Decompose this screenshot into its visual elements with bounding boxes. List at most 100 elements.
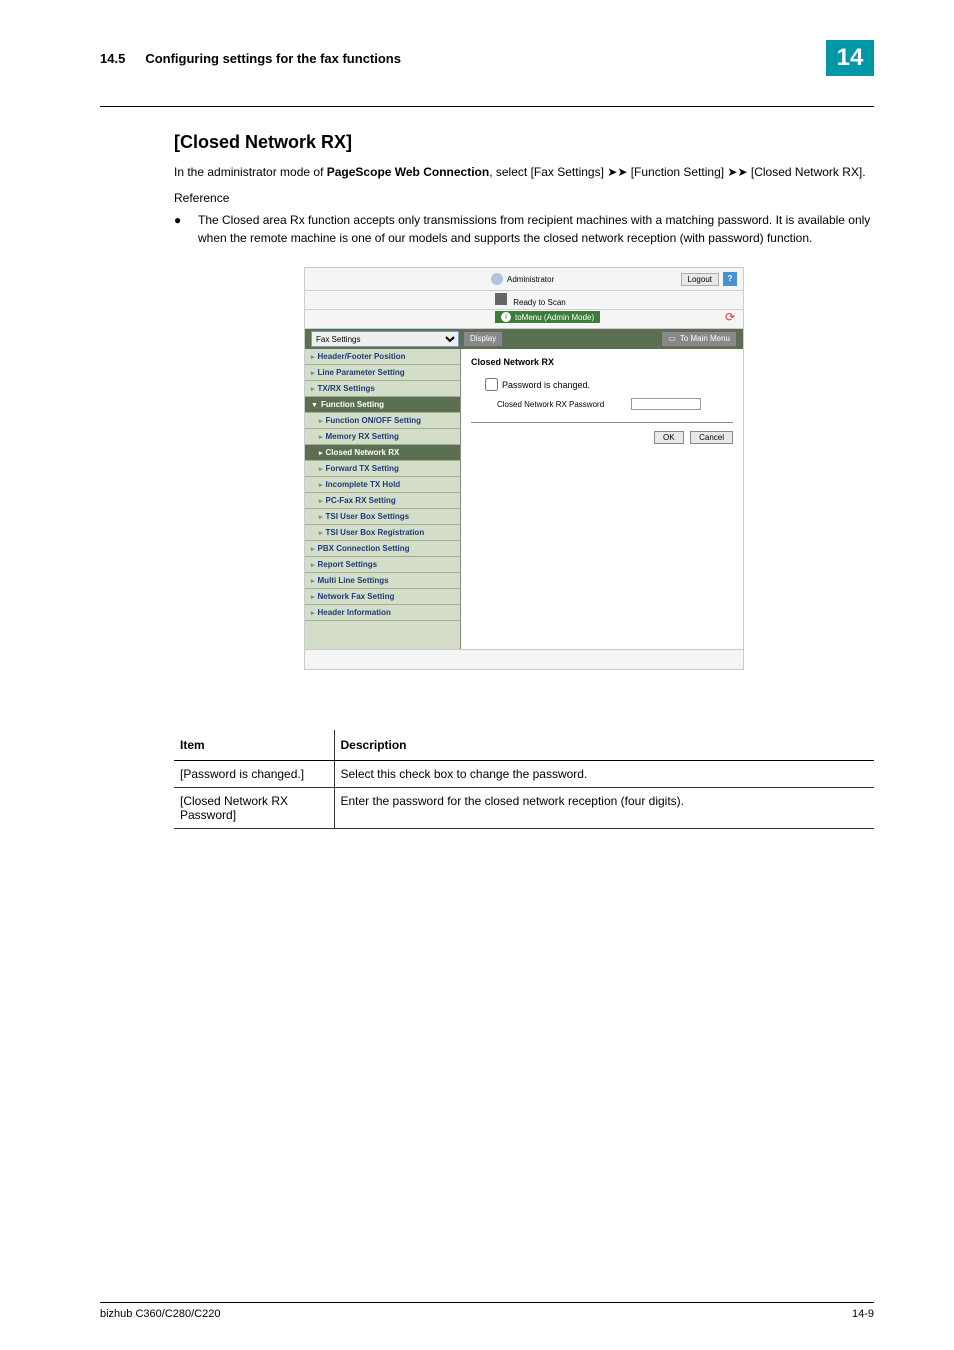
mode-label: toMenu (Admin Mode) [515,313,594,322]
description-table: Item Description [Password is changed.]S… [174,730,874,829]
page-title: [Closed Network RX] [174,132,874,153]
main-menu-button[interactable]: ▭ To Main Menu [661,331,737,347]
ready-label: Ready to Scan [513,298,565,307]
sidebar-item[interactable]: ▸Closed Network RX [305,445,460,461]
chevron-right-icon: ▸ [319,530,323,537]
sidebar-item-label: TSI User Box Registration [326,528,425,537]
bullet-mark: ● [174,211,198,247]
sidebar-item-label: Header/Footer Position [318,352,406,361]
display-button[interactable]: Display [463,331,503,347]
chevron-right-icon: ▸ [311,562,315,569]
table-cell-item: [Closed Network RX Password] [174,788,334,829]
sidebar-item-label: Incomplete TX Hold [326,480,401,489]
sidebar-item[interactable]: ▸Multi Line Settings [305,573,460,589]
admin-label: Administrator [507,275,554,284]
sidebar-item-label: Memory RX Setting [326,432,399,441]
sidebar-item-label: Multi Line Settings [318,576,389,585]
sidebar-item-label: TSI User Box Settings [326,512,410,521]
logout-button[interactable]: Logout [681,273,719,286]
sidebar-item-label: Header Information [318,608,391,617]
info-icon: i [501,312,511,322]
chevron-right-icon: ▸ [319,434,323,441]
table-row: [Closed Network RX Password]Enter the pa… [174,788,874,829]
table-header-desc: Description [334,730,874,761]
sidebar-item[interactable]: ▸TSI User Box Registration [305,525,460,541]
chevron-right-icon: ▸ [319,450,323,457]
mainmenu-icon: ▭ [668,332,676,346]
bullet-text: The Closed area Rx function accepts only… [198,211,874,247]
help-icon[interactable]: ? [723,272,737,286]
sidebar-item[interactable]: ▸PBX Connection Setting [305,541,460,557]
admin-icon [491,273,503,285]
sidebar-item[interactable]: ▼Function Setting [305,397,460,413]
chevron-right-icon: ▸ [311,386,315,393]
chevron-right-icon: ▸ [311,594,315,601]
sidebar-item-label: Forward TX Setting [326,464,399,473]
footer-right: 14-9 [852,1308,874,1320]
sidebar-item[interactable]: ▸PC-Fax RX Setting [305,493,460,509]
chevron-down-icon: ▼ [311,402,318,409]
intro-prefix: In the administrator mode of [174,165,327,179]
password-field-label: Closed Network RX Password [481,400,631,409]
category-dropdown[interactable]: Fax Settings [311,331,459,347]
reference-label: Reference [174,191,874,205]
ok-button[interactable]: OK [654,431,684,444]
sidebar-item-label: Line Parameter Setting [318,368,405,377]
screenshot-mock: Administrator Logout ? Ready to Scan i t… [304,267,744,670]
panel-title: Closed Network RX [471,357,733,367]
sidebar-item-label: Closed Network RX [326,448,400,457]
panel-divider [471,422,733,423]
refresh-icon[interactable]: ⟳ [723,310,737,324]
chevron-right-icon: ▸ [319,498,323,505]
sidebar-item[interactable]: ▸Incomplete TX Hold [305,477,460,493]
sidebar-item-label: Function Setting [321,400,384,409]
table-cell-desc: Select this check box to change the pass… [334,761,874,788]
chevron-right-icon: ▸ [319,482,323,489]
chevron-right-icon: ▸ [319,466,323,473]
intro-suffix: , select [Fax Settings] ➤➤ [Function Set… [489,165,865,179]
sidebar-item-label: Function ON/OFF Setting [326,416,422,425]
intro-paragraph: In the administrator mode of PageScope W… [174,163,874,181]
chevron-right-icon: ▸ [311,354,315,361]
section-title: Configuring settings for the fax functio… [145,51,826,66]
footer-left: bizhub C360/C280/C220 [100,1308,220,1320]
sidebar-item[interactable]: ▸Function ON/OFF Setting [305,413,460,429]
sidebar-item[interactable]: ▸Forward TX Setting [305,461,460,477]
sidebar-item-label: PC-Fax RX Setting [326,496,396,505]
sidebar-item[interactable]: ▸Header Information [305,605,460,621]
sidebar-item-label: Report Settings [318,560,378,569]
sidebar-item[interactable]: ▸Memory RX Setting [305,429,460,445]
password-input[interactable] [631,398,701,410]
sidebar-item[interactable]: ▸Header/Footer Position [305,349,460,365]
printer-icon [495,293,507,305]
sidebar-item[interactable]: ▸TSI User Box Settings [305,509,460,525]
chevron-right-icon: ▸ [311,370,315,377]
chevron-right-icon: ▸ [319,418,323,425]
status-left: Ready to Scan [495,293,566,307]
chevron-right-icon: ▸ [311,578,315,585]
sidebar-item-label: TX/RX Settings [318,384,375,393]
header-divider [100,106,874,107]
chevron-right-icon: ▸ [319,514,323,521]
intro-bold: PageScope Web Connection [327,165,489,179]
sidebar: ▸Header/Footer Position▸Line Parameter S… [305,349,461,649]
sidebar-item[interactable]: ▸TX/RX Settings [305,381,460,397]
password-changed-label: Password is changed. [502,380,590,390]
table-cell-desc: Enter the password for the closed networ… [334,788,874,829]
cancel-button[interactable]: Cancel [690,431,733,444]
section-number: 14.5 [100,51,125,66]
sidebar-item[interactable]: ▸Report Settings [305,557,460,573]
sidebar-item-label: Network Fax Setting [318,592,395,601]
bottom-bar [305,649,743,669]
mode-badge[interactable]: i toMenu (Admin Mode) [495,311,600,323]
chapter-badge: 14 [826,40,874,76]
chevron-right-icon: ▸ [311,546,315,553]
mainmenu-label: To Main Menu [680,332,730,346]
sidebar-item[interactable]: ▸Line Parameter Setting [305,365,460,381]
chevron-right-icon: ▸ [311,610,315,617]
sidebar-item[interactable]: ▸Network Fax Setting [305,589,460,605]
table-header-item: Item [174,730,334,761]
sidebar-item-label: PBX Connection Setting [318,544,410,553]
password-changed-checkbox[interactable] [485,378,498,391]
table-cell-item: [Password is changed.] [174,761,334,788]
